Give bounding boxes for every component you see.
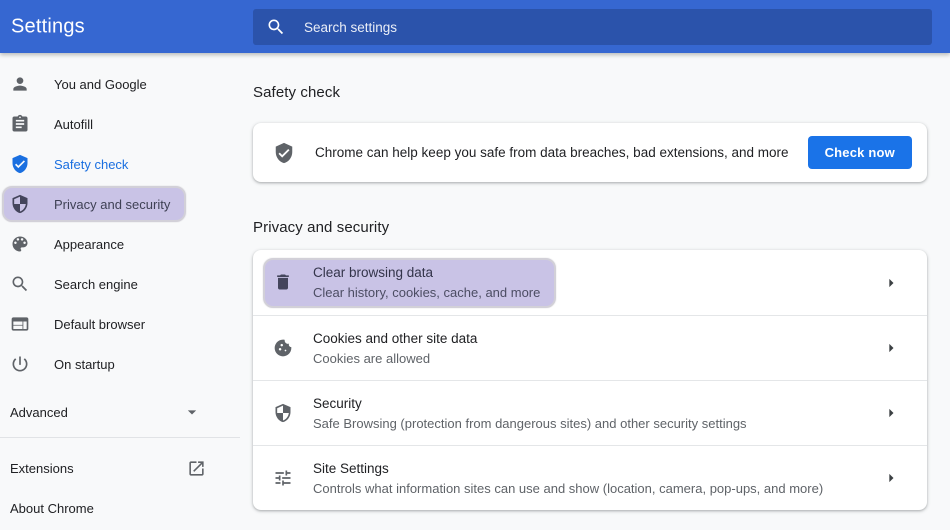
row-title: Cookies and other site data [313,330,478,346]
sidebar-item-safety-check[interactable]: Safety check [0,144,240,184]
arrow-right-icon [881,468,901,488]
search-placeholder: Search settings [304,19,398,35]
sidebar-item-you-and-google[interactable]: You and Google [0,64,240,104]
privacy-card: Clear browsing data Clear history, cooki… [253,250,927,510]
sidebar-item-label: Default browser [54,316,146,332]
sidebar-item-search-engine[interactable]: Search engine [0,264,240,304]
sidebar-divider [0,437,240,438]
sidebar-item-on-startup[interactable]: On startup [0,344,240,384]
row-subtitle: Controls what information sites can use … [313,480,824,496]
sidebar-item-label: Safety check [54,156,129,172]
row-subtitle: Cookies are allowed [313,350,431,366]
sidebar-item-default-browser[interactable]: Default browser [0,304,240,344]
search-engine-icon [10,274,30,294]
sidebar-item-label: Autofill [54,116,94,132]
row-cookies[interactable]: Cookies and other site data Cookies are … [253,315,927,380]
palette-icon [10,234,30,254]
trash-icon [273,272,293,292]
autofill-clipboard-icon [10,114,30,134]
row-title: Clear browsing data [313,264,434,280]
row-clear-browsing-data[interactable]: Clear browsing data Clear history, cooki… [253,250,927,315]
row-site-settings[interactable]: Site Settings Controls what information … [253,445,927,510]
clear-browsing-highlight-pill: Clear browsing data Clear history, cooki… [263,257,557,308]
safety-check-card: Chrome can help keep you safe from data … [253,123,927,182]
safety-check-message: Chrome can help keep you safe from data … [315,145,789,160]
sidebar-item-label: Search engine [54,276,138,292]
shield-icon [273,403,293,423]
about-chrome-label: About Chrome [10,500,94,516]
extensions-label: Extensions [10,460,74,476]
sidebar-item-about-chrome[interactable]: About Chrome [0,488,240,528]
app-header: Settings Search settings [0,0,950,53]
browser-window-icon [10,314,30,334]
cookie-icon [273,338,293,358]
search-input[interactable]: Search settings [253,9,932,45]
privacy-heading: Privacy and security [253,219,390,236]
row-title: Security [313,395,362,411]
sidebar-item-label: Appearance [54,236,125,252]
safety-check-heading: Safety check [253,84,341,101]
row-security[interactable]: Security Safe Browsing (protection from … [253,380,927,445]
search-icon [266,17,286,37]
safety-check-shield-icon [10,154,30,174]
sidebar-item-extensions[interactable]: Extensions [0,448,240,488]
row-subtitle: Safe Browsing (protection from dangerous… [313,415,747,431]
sidebar-item-autofill[interactable]: Autofill [0,104,240,144]
sidebar-item-appearance[interactable]: Appearance [0,224,240,264]
arrow-right-icon [881,338,901,358]
privacy-shield-icon [10,194,30,214]
chevron-down-icon [182,402,202,422]
external-link-icon [187,459,206,478]
sidebar-advanced-toggle[interactable]: Advanced [0,392,240,432]
arrow-right-icon [881,273,901,293]
person-icon [10,74,30,94]
sidebar-item-privacy-and-security[interactable]: Privacy and security [0,184,240,224]
check-now-button[interactable]: Check now [807,136,912,169]
arrow-right-icon [881,403,901,423]
row-subtitle: Clear history, cookies, cache, and more [313,284,541,300]
sidebar-item-label: On startup [54,356,115,372]
privacy-highlight-pill: Privacy and security [2,186,187,222]
page-title: Settings [11,15,85,37]
advanced-label: Advanced [10,404,68,420]
main-content: Safety check Chrome can help keep you sa… [253,53,927,510]
sidebar-item-label: Privacy and security [54,196,171,212]
power-icon [10,354,30,374]
tune-sliders-icon [273,468,293,488]
sidebar: You and Google Autofill Safety check Pri… [0,53,240,530]
shield-check-icon [273,142,295,164]
row-title: Site Settings [313,460,389,476]
sidebar-item-label: You and Google [54,76,147,92]
